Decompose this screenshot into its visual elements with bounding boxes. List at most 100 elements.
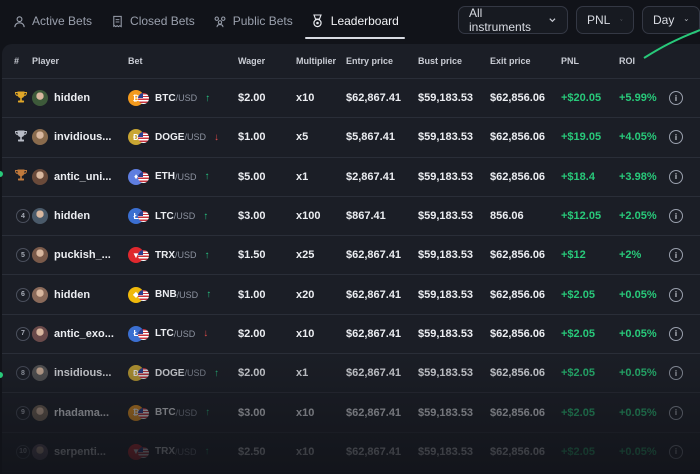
wager-cell: $2.00 xyxy=(238,367,266,380)
coin-pair-icon: ♦ xyxy=(128,168,152,185)
table-row[interactable]: antic_uni... ♦ ETH/USD ↑ $5.00 x1 $2,867… xyxy=(2,158,700,197)
usd-flag-icon xyxy=(138,132,149,144)
wager-cell: $3.00 xyxy=(238,406,266,419)
roi-cell: +2.05% xyxy=(619,210,657,223)
rank-cell: 10 xyxy=(2,444,32,459)
bet-cell: ▼ TRX/USD ↑ xyxy=(128,443,238,460)
info-cell: i xyxy=(669,169,697,184)
info-icon[interactable]: i xyxy=(669,209,683,224)
rank-cell: 6 xyxy=(2,287,32,302)
player-cell: hidden xyxy=(32,286,128,303)
tab-active-bets[interactable]: Active Bets xyxy=(6,5,98,37)
info-cell: i xyxy=(669,209,697,224)
arrow-up-icon: ↑ xyxy=(204,171,210,183)
bet-cell: ₿ BTC/USD ↑ xyxy=(128,404,238,421)
table-row[interactable]: 9 rhadama... ₿ BTC/USD ↑ $3.00 x10 $62,8… xyxy=(2,393,700,433)
table-header: # Player Bet Wager Multiplier Entry pric… xyxy=(2,44,700,79)
tab-leaderboard[interactable]: Leaderboard xyxy=(304,5,405,39)
instrument-dropdown[interactable]: All instruments xyxy=(458,6,568,34)
avatar xyxy=(32,286,48,303)
arrow-up-icon: ↑ xyxy=(203,210,209,222)
gold-trophy-icon xyxy=(14,91,28,107)
player-name: puckish_... xyxy=(54,249,111,262)
bust-price-cell: $59,183.53 xyxy=(418,210,474,223)
rank-cell: 8 xyxy=(2,366,32,381)
pnl-cell: +$2.05 xyxy=(561,288,595,301)
multiplier-cell: x25 xyxy=(296,249,315,262)
arrow-up-icon: ↑ xyxy=(206,289,212,301)
leaderboard-table: # Player Bet Wager Multiplier Entry pric… xyxy=(2,44,700,474)
tab-closed-bets[interactable]: Closed Bets xyxy=(104,5,201,37)
player-cell: serpenti... xyxy=(32,443,128,460)
col-bust-price-header: Bust price xyxy=(418,56,463,66)
info-icon[interactable]: i xyxy=(669,130,683,145)
pnl-cell: +$12 xyxy=(561,249,586,262)
info-icon[interactable]: i xyxy=(669,326,683,341)
info-icon[interactable]: i xyxy=(669,405,683,420)
rank-badge: 9 xyxy=(16,405,30,420)
col-pnl-header: PNL xyxy=(561,56,579,66)
player-name: hidden xyxy=(54,288,91,301)
pnl-cell: +$20.05 xyxy=(561,92,602,105)
rank-cell xyxy=(2,90,32,107)
exit-price-cell: $62,856.06 xyxy=(490,92,546,105)
rank-cell: 4 xyxy=(2,209,32,224)
tab-public-bets[interactable]: Public Bets xyxy=(207,5,299,37)
info-cell: i xyxy=(669,326,697,341)
metric-dropdown[interactable]: PNL xyxy=(576,6,634,34)
info-cell: i xyxy=(669,91,697,106)
table-row[interactable]: 10 serpenti... ▼ TRX/USD ↑ $2.50 x10 $62… xyxy=(2,433,700,472)
roi-cell: +0.05% xyxy=(619,327,657,340)
arrow-up-icon: ↑ xyxy=(204,446,210,458)
player-cell: invidious... xyxy=(32,129,128,146)
col-rank-header: # xyxy=(14,56,20,66)
bet-symbol: BTC xyxy=(155,92,176,104)
info-icon[interactable]: i xyxy=(669,91,683,106)
info-icon[interactable]: i xyxy=(669,248,683,263)
info-icon[interactable]: i xyxy=(669,287,683,302)
chevron-down-icon xyxy=(620,19,623,21)
rank-cell: 7 xyxy=(2,326,32,341)
table-row[interactable]: 8 insidious... Ð DOGE/USD ↑ $2.00 x1 $62… xyxy=(2,354,700,394)
bust-price-cell: $59,183.53 xyxy=(418,367,474,380)
receipt-icon xyxy=(110,14,124,28)
entry-price-cell: $5,867.41 xyxy=(346,131,395,144)
bust-price-cell: $59,183.53 xyxy=(418,327,474,340)
usd-flag-icon xyxy=(138,328,149,340)
bust-price-cell: $59,183.53 xyxy=(418,170,474,183)
roi-cell: +0.05% xyxy=(619,288,657,301)
tab-label: Leaderboard xyxy=(330,14,399,28)
table-row[interactable]: 4 hidden Ł LTC/USD ↑ $3.00 x100 $867.41 … xyxy=(2,197,700,237)
avatar xyxy=(32,90,48,107)
table-row[interactable]: invidious... Ð DOGE/USD ↓ $1.00 x5 $5,86… xyxy=(2,118,700,158)
table-row[interactable]: hidden ₿ BTC/USD ↑ $2.00 x10 $62,867.41 … xyxy=(2,79,700,119)
player-name: hidden xyxy=(54,92,91,105)
info-cell: i xyxy=(669,287,697,302)
table-row[interactable]: 6 hidden ◆ BNB/USD ↑ $1.00 x20 $62,867.4… xyxy=(2,275,700,315)
rank-cell xyxy=(2,129,32,146)
table-row[interactable]: 5 puckish_... ▼ TRX/USD ↑ $1.50 x25 $62,… xyxy=(2,236,700,276)
usd-flag-icon xyxy=(138,93,149,105)
info-icon[interactable]: i xyxy=(669,444,683,459)
usd-flag-icon xyxy=(138,446,149,458)
pnl-cell: +$2.05 xyxy=(561,445,595,458)
pnl-cell: +$18.4 xyxy=(561,170,595,183)
bust-price-cell: $59,183.53 xyxy=(418,445,474,458)
bet-symbol: LTC xyxy=(155,210,174,222)
roi-cell: +3.98% xyxy=(619,170,657,183)
period-dropdown[interactable]: Day xyxy=(642,6,700,34)
roi-cell: +0.05% xyxy=(619,406,657,419)
coin-pair-icon: ₿ xyxy=(128,404,152,421)
bet-cell: Ł LTC/USD ↓ xyxy=(128,325,238,342)
col-player-header: Player xyxy=(32,56,60,66)
table-row[interactable]: 7 antic_exo... Ł LTC/USD ↓ $2.00 x10 $62… xyxy=(2,315,700,355)
filter-controls: All instruments PNL Day xyxy=(458,6,700,34)
info-icon[interactable]: i xyxy=(669,366,683,381)
top-bar: Active Bets Closed Bets Public Bets Lead… xyxy=(0,0,700,42)
player-cell: puckish_... xyxy=(32,247,128,264)
entry-price-cell: $62,867.41 xyxy=(346,288,402,301)
arrow-down-icon: ↓ xyxy=(203,328,209,340)
pnl-cell: +$2.05 xyxy=(561,367,595,380)
coin-pair-icon: Ð xyxy=(128,129,152,146)
info-icon[interactable]: i xyxy=(669,169,683,184)
